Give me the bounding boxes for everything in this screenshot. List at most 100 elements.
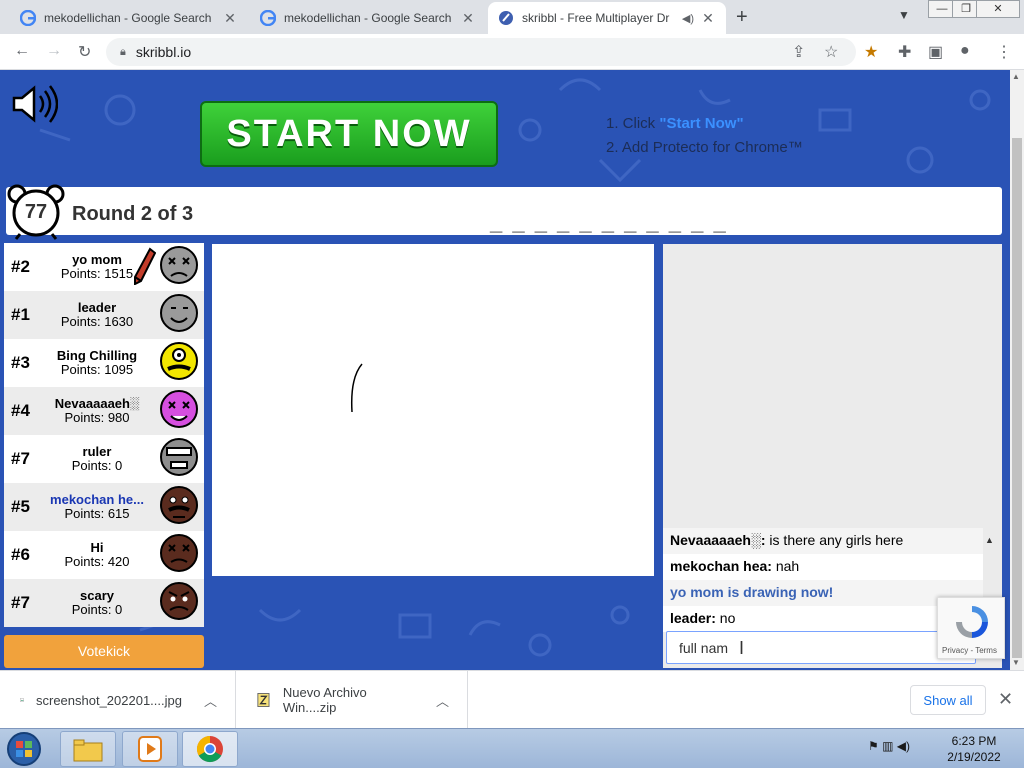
- player-avatar: [160, 582, 198, 620]
- player-rank: #2: [11, 257, 30, 276]
- player-rank: #7: [11, 593, 30, 612]
- lock-icon[interactable]: 🔒︎: [120, 46, 126, 59]
- windows-start-icon[interactable]: [4, 731, 44, 767]
- url-text: skribbl.io: [135, 44, 192, 60]
- player-points: Points: 1095: [60, 362, 134, 377]
- player-row[interactable]: #5 mekochan he... Points: 615: [4, 483, 204, 531]
- bookmark-star-icon[interactable]: ☆: [824, 42, 838, 62]
- player-row[interactable]: #2 yo mom Points: 1515: [4, 243, 204, 291]
- media-player-taskbar-button[interactable]: [122, 731, 178, 767]
- player-rank: #1: [11, 305, 30, 324]
- new-tab-icon[interactable]: +: [736, 6, 748, 29]
- close-tab-icon[interactable]: ✕: [700, 10, 716, 27]
- chat-message: mekochan hea: nah: [663, 554, 983, 580]
- chat-input[interactable]: [666, 631, 976, 664]
- google-icon: [20, 10, 36, 26]
- drawing-canvas[interactable]: [212, 244, 654, 576]
- tab-google-search-2[interactable]: mekodellichan - Google Search ✕: [250, 2, 486, 34]
- player-row[interactable]: #7 ruler Points: 0: [4, 435, 204, 483]
- chat-sender: Nevaaaaaeh░:: [670, 532, 766, 548]
- back-icon[interactable]: ←: [14, 42, 30, 60]
- player-list: #2 yo mom Points: 1515 #1 leader Points:…: [4, 243, 204, 627]
- chrome-taskbar-button[interactable]: [182, 731, 238, 767]
- recaptcha-label[interactable]: Privacy - Terms: [942, 646, 997, 655]
- timer-value: 77: [24, 201, 48, 223]
- player-name: ruler: [82, 444, 112, 459]
- speaker-icon[interactable]: ◀): [682, 12, 694, 25]
- close-window-icon[interactable]: ✕: [976, 0, 1020, 18]
- ad-step1-link[interactable]: "Start Now": [659, 115, 743, 132]
- taskbar-time: 6:23 PM: [951, 734, 997, 748]
- forward-icon[interactable]: →: [46, 42, 62, 60]
- page-scrollbar[interactable]: ▲ ▼: [1010, 70, 1024, 670]
- player-avatar: [160, 486, 198, 524]
- player-row[interactable]: #3 Bing Chilling Points: 1095: [4, 339, 204, 387]
- player-rank: #4: [11, 401, 30, 420]
- download-item[interactable]: screenshot_202201....jpg ︿: [0, 671, 236, 729]
- player-avatar: [160, 294, 198, 332]
- tab-title: mekodellichan - Google Search: [44, 11, 212, 25]
- player-points: Points: 615: [64, 506, 130, 521]
- chat-scroll-up-icon[interactable]: ▲: [985, 535, 994, 545]
- extensions-puzzle-icon[interactable]: ✚: [898, 42, 911, 62]
- scrollbar-thumb[interactable]: [1012, 138, 1022, 658]
- player-name: Hi: [90, 540, 104, 555]
- sound-toggle-icon[interactable]: [10, 82, 58, 126]
- player-row[interactable]: #6 Hi Points: 420: [4, 531, 204, 579]
- player-points: Points: 1630: [60, 314, 134, 329]
- player-avatar: [160, 246, 198, 284]
- image-file-icon: [20, 698, 24, 702]
- reload-icon[interactable]: ↻: [78, 42, 91, 62]
- chat-messages: Nevaaaaaeh░: is there any girls here mek…: [663, 528, 983, 632]
- recaptcha-badge[interactable]: Privacy - Terms: [937, 597, 1005, 659]
- chat-message: leader: no: [663, 606, 983, 632]
- tab-title: skribbl - Free Multiplayer Dr: [522, 11, 670, 25]
- file-explorer-taskbar-button[interactable]: [60, 731, 116, 767]
- chat-text: is there any girls here: [765, 532, 904, 548]
- zip-file-icon: [257, 693, 270, 707]
- player-row[interactable]: #4 Nevaaaaaeh░ Points: 980: [4, 387, 204, 435]
- show-all-downloads-button[interactable]: Show all: [910, 685, 986, 715]
- ad-step1-prefix: 1. Click: [606, 115, 660, 132]
- close-tab-icon[interactable]: ✕: [460, 10, 476, 27]
- text-cursor-icon: I: [739, 638, 745, 658]
- menu-icon[interactable]: ⋮: [996, 42, 1012, 62]
- chat-sender: mekochan hea:: [670, 558, 772, 574]
- taskbar-clock[interactable]: 6:23 PM 2/19/2022: [938, 733, 1010, 765]
- address-bar[interactable]: 🔒︎ skribbl.io: [106, 38, 856, 66]
- player-name: leader: [77, 300, 117, 315]
- downloads-bar: screenshot_202201....jpg ︿ Nuevo Archivo…: [0, 670, 1024, 729]
- player-avatar: [160, 342, 198, 380]
- player-row[interactable]: #7 scary Points: 0: [4, 579, 204, 627]
- close-tab-icon[interactable]: ✕: [222, 10, 238, 27]
- close-downloads-icon[interactable]: ✕: [998, 689, 1013, 710]
- tab-strip: mekodellichan - Google Search ✕ mekodell…: [0, 0, 1024, 34]
- profile-icon[interactable]: ●: [960, 42, 970, 60]
- player-row[interactable]: #1 leader Points: 1630: [4, 291, 204, 339]
- chat-text: no: [715, 610, 736, 626]
- side-panel-icon[interactable]: ▣: [928, 42, 943, 62]
- tab-skribbl[interactable]: skribbl - Free Multiplayer Dr ◀) ✕: [488, 2, 726, 34]
- start-now-ad-button[interactable]: START NOW: [200, 101, 498, 167]
- chat-text: yo mom is drawing now!: [670, 584, 834, 600]
- tab-google-search-1[interactable]: mekodellichan - Google Search ✕: [10, 2, 248, 34]
- system-tray-icons[interactable]: ⚑ ▥ ◀): [868, 739, 910, 753]
- votekick-button[interactable]: Votekick: [4, 635, 204, 668]
- player-avatar: [160, 390, 198, 428]
- download-filename: Nuevo Archivo Win....zip: [282, 685, 367, 715]
- drawing-pencil-icon: [134, 247, 156, 285]
- tab-search-icon[interactable]: ▼: [898, 8, 910, 22]
- player-rank: #7: [11, 449, 30, 468]
- download-item[interactable]: Nuevo Archivo Win....zip ︿: [236, 671, 468, 729]
- share-icon[interactable]: ⇪: [792, 42, 805, 62]
- player-points: Points: 0: [71, 458, 123, 473]
- player-name: mekochan he...: [50, 492, 144, 507]
- extension-star-icon[interactable]: ★: [864, 42, 878, 62]
- chevron-up-icon[interactable]: ︿: [436, 691, 449, 710]
- player-points: Points: 980: [64, 410, 130, 425]
- scroll-up-icon[interactable]: ▲: [1012, 72, 1020, 81]
- player-points: Points: 420: [64, 554, 130, 569]
- round-indicator: Round 2 of 3: [72, 203, 194, 225]
- chevron-up-icon[interactable]: ︿: [204, 691, 217, 710]
- scroll-down-icon[interactable]: ▼: [1012, 658, 1020, 667]
